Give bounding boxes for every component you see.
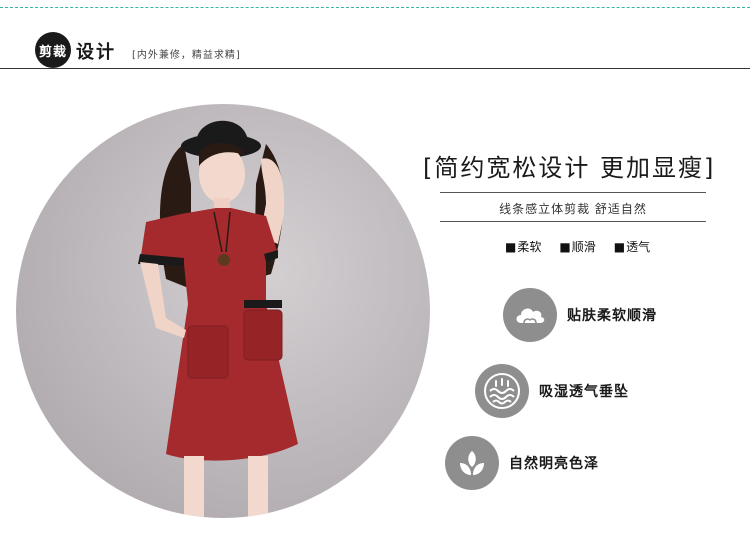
feature-soft-smooth: 贴肤柔软顺滑 (503, 288, 657, 342)
subline: 线条感立体剪裁 舒适自然 (499, 202, 647, 216)
header-badge: 剪裁 (35, 32, 71, 68)
cloud-icon (503, 288, 557, 342)
leaf-sprout-icon (445, 436, 499, 490)
tag-soft: 柔软 (505, 238, 541, 255)
tag-smooth: 顺滑 (559, 238, 596, 255)
model-photo (16, 104, 430, 518)
moisture-wave-icon (475, 364, 529, 418)
section-header: 剪裁 设计 [内外兼修，精益求精] (0, 32, 750, 72)
feature-tags: 柔软 顺滑 透气 (505, 238, 650, 255)
tag-breathable: 透气 (614, 238, 650, 255)
headline-divider-bottom (440, 221, 706, 222)
header-title: 设计 (76, 42, 116, 63)
feature-label-moisture: 吸湿透气垂坠 (539, 384, 629, 400)
header-subtitle: [内外兼修，精益求精] (132, 50, 241, 61)
feature-natural-color: 自然明亮色泽 (445, 436, 599, 490)
headline: [简约宽松设计 更加显瘦] (423, 154, 716, 182)
feature-label-natural-color: 自然明亮色泽 (509, 456, 599, 472)
feature-moisture: 吸湿透气垂坠 (475, 364, 629, 418)
feature-label-soft-smooth: 贴肤柔软顺滑 (567, 308, 657, 324)
top-dashed-border (0, 7, 750, 8)
header-rule (0, 68, 750, 69)
model-illustration (138, 120, 298, 518)
headline-divider-top (440, 192, 706, 193)
